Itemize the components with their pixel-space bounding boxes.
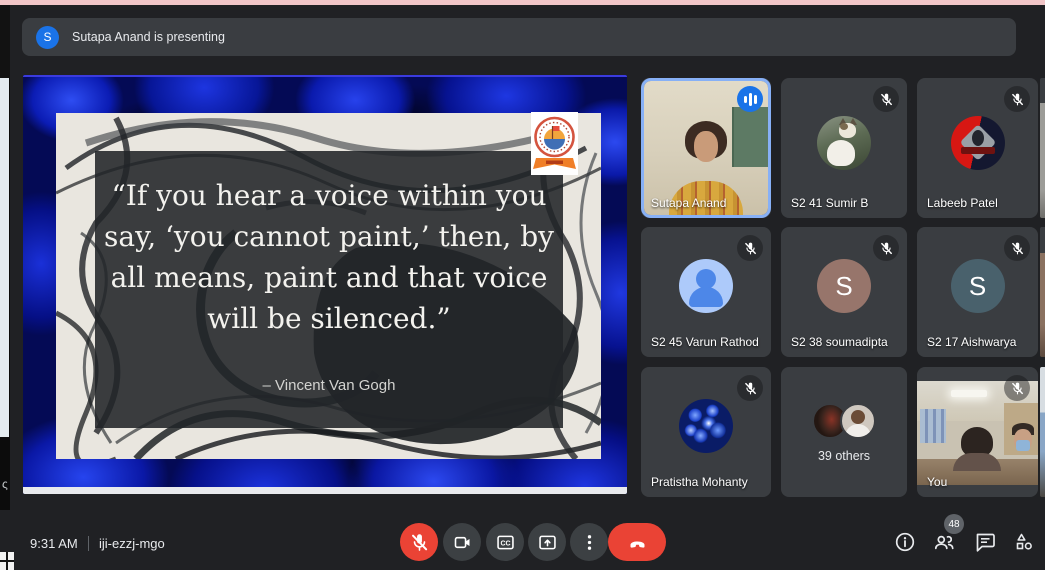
end-call-button[interactable] xyxy=(608,523,666,561)
more-options-button[interactable] xyxy=(570,523,608,561)
slide-bottom-strip xyxy=(23,487,627,494)
meeting-code: iji-ezzj-mgo xyxy=(99,536,165,551)
divider xyxy=(88,536,89,551)
ceiling-light xyxy=(951,390,987,397)
present-button[interactable] xyxy=(528,523,566,561)
avatar-gaming-logo xyxy=(951,116,1005,170)
window xyxy=(920,409,946,443)
desktop-top-strip xyxy=(0,0,1045,5)
others-avatars xyxy=(812,403,876,439)
participant-tile-soumadipta[interactable]: S S2 38 soumadipta xyxy=(781,227,907,357)
avatar xyxy=(840,403,876,439)
info-icon xyxy=(893,530,917,554)
activities-icon xyxy=(1012,530,1036,554)
desktop-stray-glyph: ς xyxy=(2,477,8,491)
present-icon xyxy=(537,532,558,553)
captions-icon: CC xyxy=(495,532,516,553)
desktop-left-strip-top xyxy=(0,5,10,78)
mic-toggle-button[interactable] xyxy=(400,523,438,561)
participant-tile-aishwarya[interactable]: S S2 17 Aishwarya xyxy=(917,227,1038,357)
mic-off-icon xyxy=(1004,235,1030,261)
quote-line: say, ‘you cannot paint,’ then, by xyxy=(95,216,563,257)
avatar-gems-photo xyxy=(679,399,733,453)
participant-count-badge: 48 xyxy=(944,514,964,534)
end-call-icon xyxy=(627,532,648,553)
presenter-avatar: S xyxy=(36,26,59,49)
avatar-person-icon xyxy=(679,259,733,313)
mic-off-icon xyxy=(737,375,763,401)
slide-border-line xyxy=(23,75,627,77)
avatar-letter: S xyxy=(951,259,1005,313)
others-count-label: 39 others xyxy=(781,449,907,463)
info-button[interactable] xyxy=(893,530,917,554)
presenting-toast: S Sutapa Anand is presenting xyxy=(22,18,1016,56)
mic-off-icon xyxy=(737,235,763,261)
windows-start-icon[interactable] xyxy=(0,552,14,570)
quote-panel: “If you hear a voice within you say, ‘yo… xyxy=(95,151,563,428)
svg-text:CC: CC xyxy=(500,540,510,547)
chat-icon xyxy=(973,530,997,554)
participant-name: You xyxy=(927,475,947,489)
participant-name: S2 41 Sumir B xyxy=(791,196,868,210)
mic-off-icon xyxy=(1004,86,1030,112)
mic-off-icon xyxy=(1004,375,1030,401)
chat-button[interactable] xyxy=(973,530,997,554)
participant-name: S2 38 soumadipta xyxy=(791,335,888,349)
camera-icon xyxy=(452,532,473,553)
presentation-stage[interactable]: “If you hear a voice within you say, ‘yo… xyxy=(23,75,627,494)
participant-name: Sutapa Anand xyxy=(651,196,726,210)
background-window-sliver xyxy=(0,78,10,437)
emblem-graphic xyxy=(531,112,578,175)
cutoff-tile-sliver xyxy=(1040,227,1045,357)
captions-button[interactable]: CC xyxy=(486,523,524,561)
quote-line: “If you hear a voice within you xyxy=(95,175,563,216)
cutoff-tile-sliver xyxy=(1040,367,1045,497)
quote-line: will be silenced.” xyxy=(95,298,563,339)
participant-tile-sumir[interactable]: S2 41 Sumir B xyxy=(781,78,907,218)
more-options-icon xyxy=(579,532,600,553)
participant-name: Labeeb Patel xyxy=(927,196,998,210)
mic-off-icon xyxy=(873,235,899,261)
green-board xyxy=(732,107,768,167)
mic-off-icon xyxy=(409,532,430,553)
audio-speaking-icon xyxy=(737,86,763,112)
quote-attribution: – Vincent Van Gogh xyxy=(95,377,563,394)
avatar-letter: S xyxy=(817,259,871,313)
quote-line: all means, paint and that voice xyxy=(95,257,563,298)
camera-toggle-button[interactable] xyxy=(443,523,481,561)
participant-tile-sutapa-anand[interactable]: Sutapa Anand xyxy=(641,78,771,218)
participant-tile-varun[interactable]: S2 45 Varun Rathod xyxy=(641,227,771,357)
participant-tile-you[interactable]: You xyxy=(917,367,1038,497)
overflow-tile-others[interactable]: 39 others xyxy=(781,367,907,497)
avatar-cat-photo xyxy=(817,116,871,170)
participant-name: Pratistha Mohanty xyxy=(651,475,748,489)
face-mask xyxy=(1016,440,1030,451)
presenting-message: Sutapa Anand is presenting xyxy=(72,30,225,44)
clock-time: 9:31 AM xyxy=(30,536,78,551)
mic-off-icon xyxy=(873,86,899,112)
college-emblem-logo xyxy=(531,112,578,175)
participant-tile-labeeb[interactable]: Labeeb Patel xyxy=(917,78,1038,218)
person-face xyxy=(694,131,718,162)
activities-button[interactable] xyxy=(1012,530,1036,554)
participant-tile-pratistha[interactable]: Pratistha Mohanty xyxy=(641,367,771,497)
participant-name: S2 17 Aishwarya xyxy=(927,335,1016,349)
cutoff-tile-sliver xyxy=(1040,78,1045,218)
participant-name: S2 45 Varun Rathod xyxy=(651,335,759,349)
